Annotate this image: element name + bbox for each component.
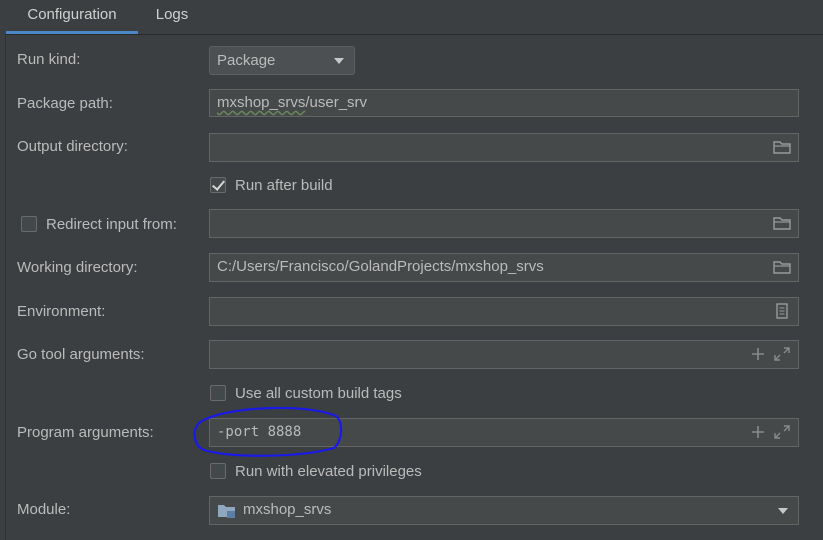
redirect-input-label: Redirect input from: xyxy=(46,216,177,233)
package-path-label: Package path: xyxy=(17,95,113,112)
program-arguments-label: Program arguments: xyxy=(17,424,154,441)
redirect-input-field[interactable] xyxy=(209,209,799,238)
package-path-value-rest: /user_srv xyxy=(305,94,368,111)
document-icon[interactable] xyxy=(772,302,792,320)
working-directory-input[interactable]: C:/Users/Francisco/GolandProjects/mxshop… xyxy=(209,253,799,282)
module-value: mxshop_srvs xyxy=(243,501,332,518)
run-with-elevated-privileges-label: Run with elevated privileges xyxy=(235,463,422,480)
expand-icon[interactable] xyxy=(772,423,792,441)
annotation-circle xyxy=(193,406,343,457)
plus-icon[interactable] xyxy=(748,345,768,363)
tab-logs[interactable]: Logs xyxy=(145,0,199,34)
use-all-custom-build-tags-label: Use all custom build tags xyxy=(235,385,402,402)
go-tool-arguments-label: Go tool arguments: xyxy=(17,346,145,363)
working-directory-label: Working directory: xyxy=(17,259,138,276)
environment-input[interactable] xyxy=(209,297,799,326)
plus-icon[interactable] xyxy=(748,423,768,441)
chevron-down-icon xyxy=(334,58,344,64)
run-kind-value: Package xyxy=(217,52,276,69)
use-all-custom-build-tags-checkbox[interactable] xyxy=(210,385,226,401)
tab-configuration[interactable]: Configuration xyxy=(6,0,138,34)
folder-icon[interactable] xyxy=(772,138,792,156)
working-directory-value: C:/Users/Francisco/GolandProjects/mxshop… xyxy=(217,258,544,275)
go-tool-arguments-input[interactable] xyxy=(209,340,799,369)
redirect-input-checkbox[interactable] xyxy=(21,216,37,232)
run-kind-select[interactable]: Package xyxy=(209,46,355,75)
module-folder-icon xyxy=(218,505,235,518)
package-path-value-module: mxshop_srvs xyxy=(217,94,306,111)
environment-label: Environment: xyxy=(17,303,106,320)
run-kind-label: Run kind: xyxy=(17,51,81,68)
expand-icon[interactable] xyxy=(772,345,792,363)
run-after-build-checkbox[interactable] xyxy=(210,177,226,193)
module-label: Module: xyxy=(17,501,71,518)
package-path-input[interactable]: mxshop_srvs/user_srv xyxy=(209,89,799,117)
output-directory-label: Output directory: xyxy=(17,138,128,155)
run-after-build-label: Run after build xyxy=(235,177,333,194)
folder-icon[interactable] xyxy=(772,258,792,276)
run-with-elevated-privileges-checkbox[interactable] xyxy=(210,463,226,479)
chevron-down-icon xyxy=(778,508,788,514)
folder-icon[interactable] xyxy=(772,214,792,232)
tab-bar: Configuration Logs xyxy=(0,0,823,34)
module-select[interactable]: mxshop_srvs xyxy=(209,496,799,525)
output-directory-input[interactable] xyxy=(209,133,799,162)
